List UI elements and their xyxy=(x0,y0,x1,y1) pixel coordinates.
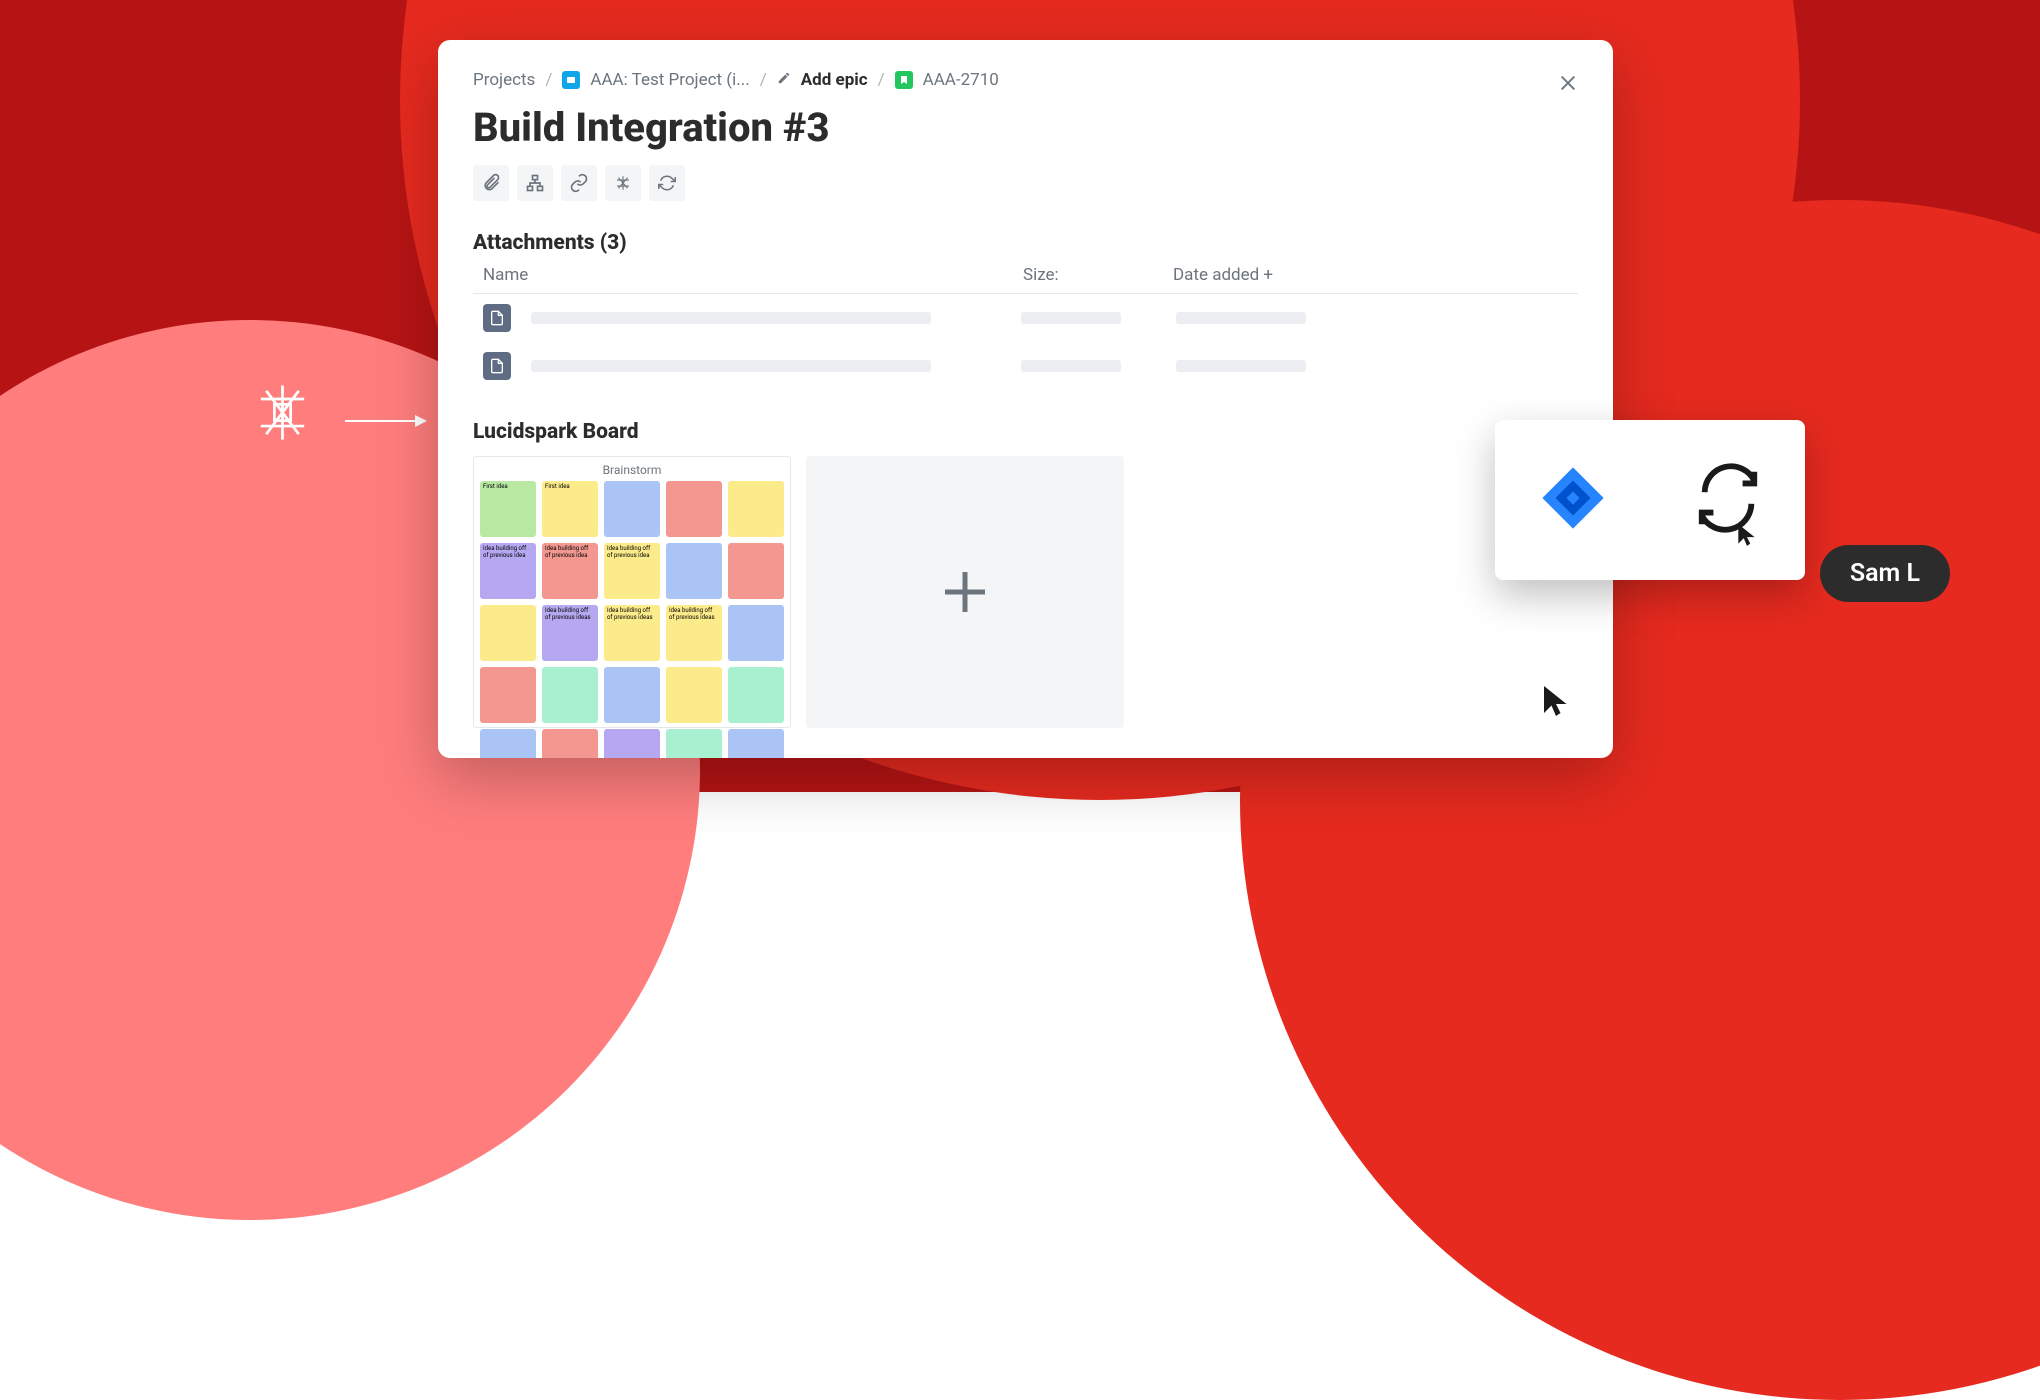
sticky-note xyxy=(480,667,536,723)
sticky-note: Idea building off of previous ideas xyxy=(542,605,598,661)
placeholder xyxy=(1021,360,1121,372)
lucidspark-heading: Lucidspark Board xyxy=(473,420,1578,444)
breadcrumb: Projects / AAA: Test Project (i... / Add… xyxy=(473,70,1578,90)
sticky-note xyxy=(728,543,784,599)
placeholder xyxy=(531,312,931,324)
sticky-note xyxy=(604,729,660,758)
sticky-note xyxy=(542,729,598,758)
board-thumbnail[interactable]: Brainstorm First ideaFirst ideaIdea buil… xyxy=(473,456,791,728)
sticky-note xyxy=(728,729,784,758)
breadcrumb-add-epic[interactable]: Add epic xyxy=(801,70,868,90)
file-icon xyxy=(483,352,511,380)
close-button[interactable] xyxy=(1553,68,1583,98)
sticky-note xyxy=(542,667,598,723)
placeholder xyxy=(1021,312,1121,324)
sticky-note: Idea building off of previous ideas xyxy=(604,605,660,661)
file-icon xyxy=(483,304,511,332)
sticky-note: Idea building off of previous idea xyxy=(542,543,598,599)
sticky-note xyxy=(728,481,784,537)
placeholder xyxy=(531,360,931,372)
breadcrumb-projects[interactable]: Projects xyxy=(473,70,535,90)
board-title: Brainstorm xyxy=(480,463,784,477)
placeholder xyxy=(1176,360,1306,372)
sticky-note: Idea building off of previous idea xyxy=(480,543,536,599)
breadcrumb-project[interactable]: AAA: Test Project (i... xyxy=(590,70,749,90)
sticky-note xyxy=(666,543,722,599)
issue-title: Build Integration #3 xyxy=(473,104,1578,151)
attachments-list xyxy=(473,293,1578,390)
sticky-note xyxy=(666,667,722,723)
placeholder xyxy=(1176,312,1306,324)
link-button[interactable] xyxy=(561,165,597,201)
attach-button[interactable] xyxy=(473,165,509,201)
sticky-note xyxy=(480,729,536,758)
project-icon xyxy=(562,71,580,89)
add-board-button[interactable] xyxy=(806,456,1124,728)
jira-icon xyxy=(1538,463,1608,537)
sticky-note: Idea building off of previous ideas xyxy=(666,605,722,661)
col-date[interactable]: Date added + xyxy=(1173,265,1373,285)
jira-issue-panel: Projects / AAA: Test Project (i... / Add… xyxy=(438,40,1613,758)
issue-toolbar xyxy=(473,165,1578,201)
col-size[interactable]: Size: xyxy=(1023,265,1173,285)
collaborator-cursor-icon xyxy=(1734,520,1760,554)
sticky-note: First idea xyxy=(542,481,598,537)
cursor-icon xyxy=(1538,680,1574,726)
sticky-note: Idea building off of previous idea xyxy=(604,543,660,599)
sticky-note xyxy=(480,605,536,661)
lucidspark-logo-icon xyxy=(250,380,315,449)
sticky-note xyxy=(604,667,660,723)
arrow-icon xyxy=(345,420,425,422)
sticky-note xyxy=(604,481,660,537)
sticky-note xyxy=(728,667,784,723)
sticky-note xyxy=(728,605,784,661)
pencil-icon xyxy=(777,70,791,90)
sticky-note xyxy=(666,729,722,758)
lucidspark-button[interactable] xyxy=(605,165,641,201)
sticky-grid: First ideaFirst ideaIdea building off of… xyxy=(480,481,784,758)
sticky-note xyxy=(666,481,722,537)
hierarchy-button[interactable] xyxy=(517,165,553,201)
attachments-heading: Attachments (3) xyxy=(473,231,1578,255)
sync-button[interactable] xyxy=(649,165,685,201)
lucidspark-section: Lucidspark Board Brainstorm First ideaFi… xyxy=(473,420,1578,728)
integration-card xyxy=(1495,420,1805,580)
breadcrumb-ticket[interactable]: AAA-2710 xyxy=(923,70,999,90)
attachment-row[interactable] xyxy=(473,342,1578,390)
story-icon xyxy=(895,71,913,89)
collaborator-tag: Sam L xyxy=(1820,545,1950,602)
sticky-note: First idea xyxy=(480,481,536,537)
attachment-row[interactable] xyxy=(473,294,1578,342)
attachments-header-row: Name Size: Date added + xyxy=(473,265,1578,285)
col-name[interactable]: Name xyxy=(483,265,1023,285)
